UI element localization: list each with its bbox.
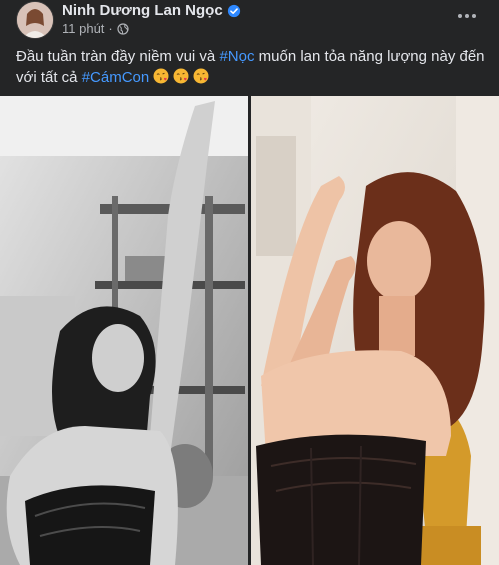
author-avatar[interactable] [16, 1, 54, 39]
photo-left-image [0, 96, 248, 565]
avatar-image [17, 2, 53, 38]
meta-separator: · [108, 21, 113, 36]
caption-text-1: Đầu tuần tràn đầy niềm vui và [16, 48, 220, 65]
kiss-heart-emoji-icon [173, 68, 189, 84]
photo-right[interactable] [251, 96, 499, 565]
hashtag-noc[interactable]: #Nọc [219, 48, 254, 65]
kiss-heart-emoji-icon [153, 68, 169, 84]
post-header: Ninh Dương Lan Ngọc 11 phút · [0, 0, 499, 42]
author-name[interactable]: Ninh Dương Lan Ngọc [62, 2, 223, 19]
kiss-heart-emoji-icon [193, 68, 209, 84]
verified-badge-icon [227, 4, 240, 17]
more-options-button[interactable] [453, 4, 481, 28]
photo-right-image [251, 96, 499, 565]
author-name-row: Ninh Dương Lan Ngọc [62, 2, 241, 19]
photo-left[interactable] [0, 96, 248, 565]
post-caption: Đầu tuần tràn đầy niềm vui và #Nọc muốn … [16, 46, 486, 88]
post-time[interactable]: 11 phút [62, 21, 104, 36]
hashtag-camcon[interactable]: #CámCon [82, 69, 150, 86]
facebook-post: Ninh Dương Lan Ngọc 11 phút · Đầu tuần t… [0, 0, 499, 565]
more-dots-icon [458, 14, 476, 18]
post-meta: 11 phút · [62, 21, 129, 36]
globe-icon[interactable] [117, 22, 129, 35]
photo-grid [0, 96, 499, 565]
